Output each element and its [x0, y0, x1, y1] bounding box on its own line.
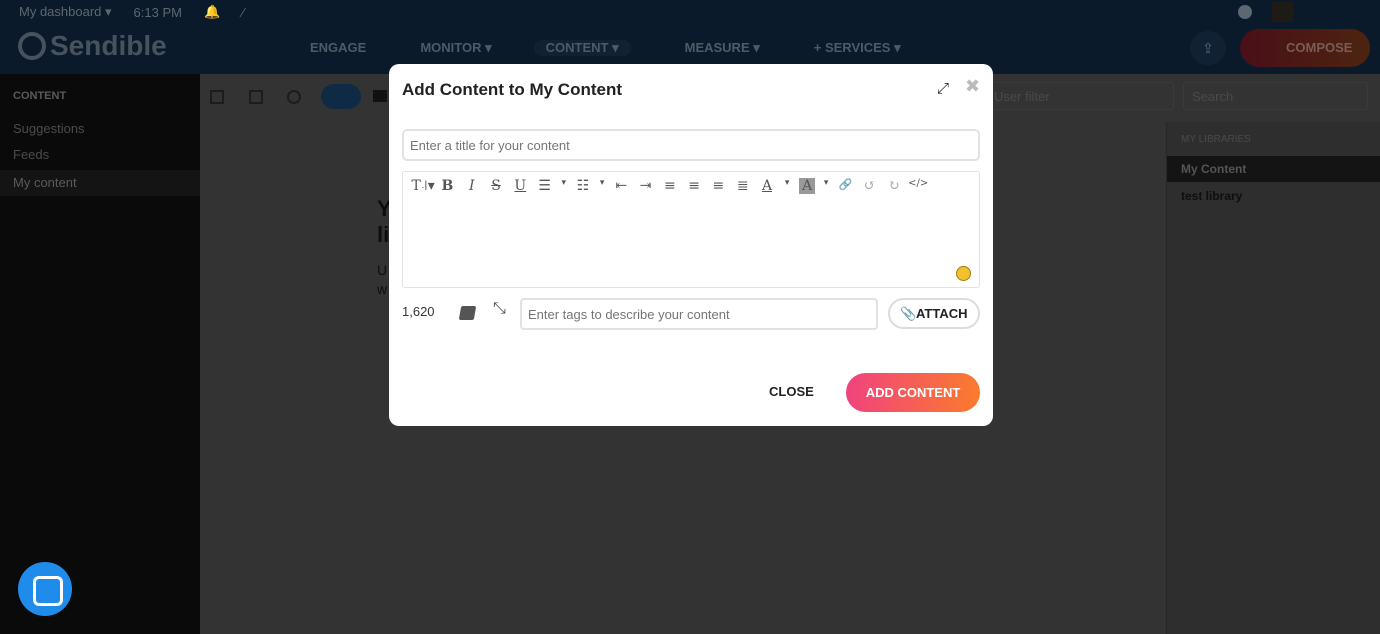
libraries-heading: MY LIBRARIES: [1181, 134, 1251, 145]
content-title-input[interactable]: [402, 129, 980, 161]
shrink-icon[interactable]: ⤡: [493, 300, 506, 318]
dashboard-dropdown[interactable]: My dashboard ▾: [19, 4, 112, 20]
help-icon[interactable]: [1238, 5, 1252, 19]
strikethrough-icon[interactable]: S: [484, 178, 508, 194]
top-bar: My dashboard ▾ 6:13 PM 🔔 ⁄ Sendible ENGA…: [0, 0, 1380, 74]
search-input[interactable]: Search: [1183, 82, 1368, 110]
expand-icon[interactable]: ⤢: [937, 80, 949, 97]
close-icon[interactable]: ✖: [965, 76, 980, 97]
underline-icon[interactable]: U: [508, 178, 532, 194]
nav-engage[interactable]: ENGAGE: [310, 40, 366, 56]
magic-wand-icon[interactable]: ⁄: [242, 5, 244, 20]
book-icon[interactable]: [458, 306, 477, 320]
modal-title: Add Content to My Content: [402, 80, 623, 99]
link-icon[interactable]: 🔗: [833, 178, 857, 194]
code-view-icon[interactable]: </>: [906, 178, 930, 194]
align-left-icon[interactable]: ≡: [658, 178, 682, 194]
empty-heading-fragment: li: [377, 222, 390, 247]
logo[interactable]: Sendible: [18, 30, 167, 62]
logo-icon: [18, 32, 46, 60]
trash-icon[interactable]: [249, 90, 263, 104]
chevron-down-icon[interactable]: ▾: [819, 178, 833, 194]
outdent-icon[interactable]: ⇤: [609, 178, 633, 194]
libraries-panel: MY LIBRARIES My Content test library: [1166, 122, 1380, 634]
numbered-list-icon[interactable]: ☷: [571, 178, 595, 194]
compose-button[interactable]: COMPOSE: [1240, 29, 1370, 67]
tags-input[interactable]: [520, 298, 878, 330]
indent-icon[interactable]: ⇥: [633, 178, 657, 194]
chat-launcher[interactable]: [18, 562, 72, 616]
attach-label: ATTACH: [916, 306, 968, 321]
justify-icon[interactable]: ≣: [731, 178, 755, 194]
attach-button[interactable]: 📎 ATTACH: [888, 298, 980, 329]
nav-monitor[interactable]: MONITOR ▾: [420, 40, 491, 56]
undo-icon[interactable]: ↺: [857, 178, 881, 194]
sidebar-item-feeds[interactable]: Feeds: [0, 142, 200, 168]
chevron-down-icon[interactable]: ▾: [557, 178, 571, 194]
grid-view-icon[interactable]: [373, 90, 387, 102]
nav-content[interactable]: CONTENT ▾: [533, 40, 631, 56]
clock: 6:13 PM: [133, 4, 182, 20]
add-content-modal: Add Content to My Content ⤢ ✖ T꜋▾ B I S …: [389, 64, 993, 426]
chevron-down-icon[interactable]: ▾: [779, 178, 795, 194]
editor-toolbar: T꜋▾ B I S U ☰ ▾ ☷ ▾ ⇤ ⇥ ≡ ≡ ≡ ≣ A ▾ A ▾ …: [411, 178, 930, 194]
select-all-checkbox[interactable]: [210, 90, 224, 104]
list-view-button[interactable]: [321, 84, 361, 109]
sidebar-item-suggestions[interactable]: Suggestions: [0, 116, 200, 142]
avatar[interactable]: [1272, 2, 1294, 22]
character-count: 1,620: [402, 304, 435, 319]
bell-icon[interactable]: 🔔: [204, 4, 220, 20]
paperclip-icon: 📎: [900, 306, 917, 321]
align-center-icon[interactable]: ≡: [682, 178, 706, 194]
bold-icon[interactable]: B: [435, 178, 459, 194]
sidebar: CONTENT Suggestions Feeds My content: [0, 74, 200, 634]
main-nav: ENGAGE MONITOR ▾ CONTENT ▾ MEASURE ▾ + S…: [310, 40, 955, 56]
bullet-list-icon[interactable]: ☰: [532, 178, 556, 194]
italic-icon[interactable]: I: [460, 178, 484, 194]
nav-services[interactable]: + SERVICES ▾: [814, 40, 901, 56]
empty-text-fragment: U: [377, 262, 388, 278]
highlight-color-icon[interactable]: A: [799, 178, 816, 194]
chevron-down-icon[interactable]: ▾: [595, 178, 609, 194]
add-content-button[interactable]: ADD CONTENT: [846, 373, 980, 412]
content-editor[interactable]: T꜋▾ B I S U ☰ ▾ ☷ ▾ ⇤ ⇥ ≡ ≡ ≡ ≣ A ▾ A ▾ …: [402, 171, 980, 288]
text-color-icon[interactable]: A: [755, 178, 779, 194]
align-right-icon[interactable]: ≡: [706, 178, 730, 194]
empty-text-fragment: w: [377, 281, 388, 297]
library-test-library[interactable]: test library: [1167, 183, 1380, 209]
sidebar-item-my-content[interactable]: My content: [0, 170, 200, 196]
nav-measure[interactable]: MEASURE ▾: [685, 40, 760, 56]
user-filter-input[interactable]: User filter: [985, 82, 1174, 110]
brand-name: Sendible: [50, 30, 167, 61]
sidebar-heading: CONTENT: [13, 90, 67, 102]
font-size-icon[interactable]: T꜋▾: [411, 178, 435, 194]
close-button[interactable]: CLOSE: [769, 384, 814, 399]
upload-button[interactable]: ⇪: [1190, 31, 1226, 65]
redo-icon[interactable]: ↻: [882, 178, 906, 194]
emoji-icon[interactable]: [956, 266, 971, 281]
refresh-icon[interactable]: [287, 90, 301, 104]
library-my-content[interactable]: My Content: [1167, 156, 1380, 182]
